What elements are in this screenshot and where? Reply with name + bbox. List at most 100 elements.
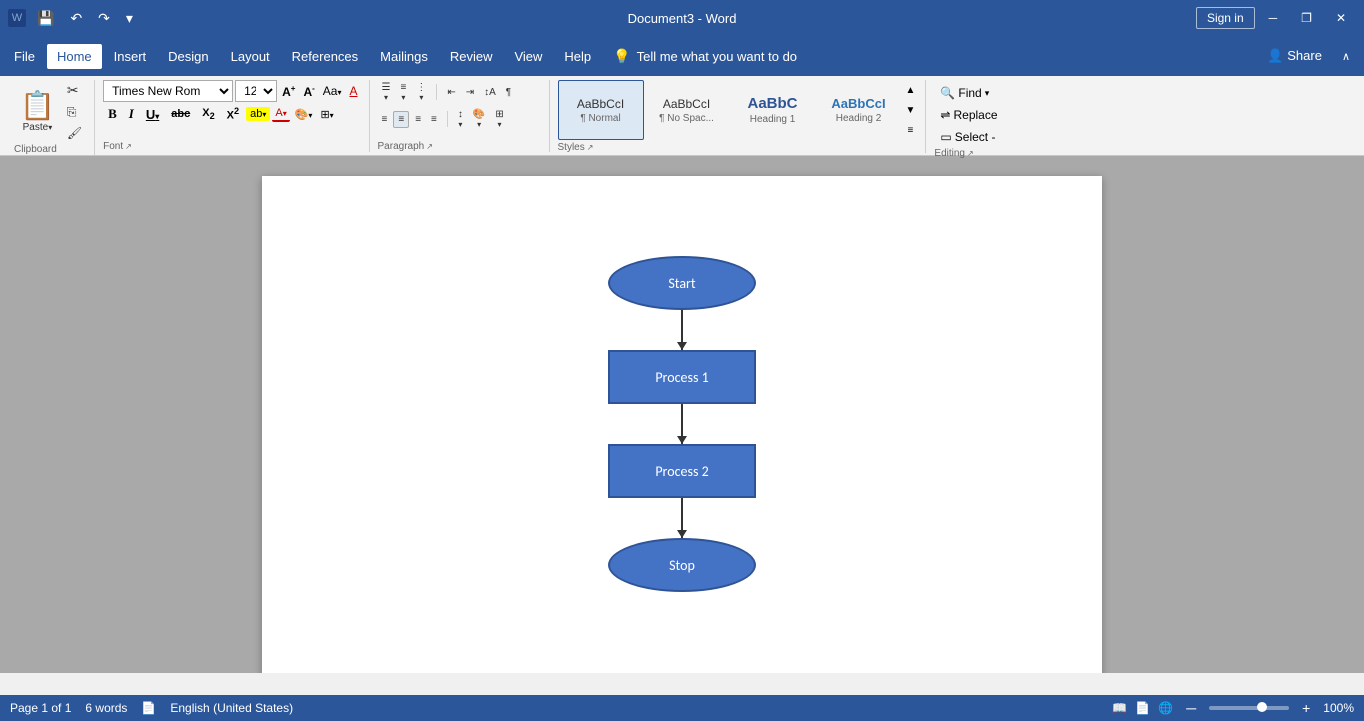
italic-button[interactable]: I (124, 105, 139, 123)
cut-button[interactable]: ✂ (63, 80, 86, 101)
ribbon-collapse-button[interactable]: ∧ (1332, 46, 1360, 67)
zoom-out-button[interactable]: ─ (1181, 698, 1201, 718)
subscript-button[interactable]: X2 (197, 106, 219, 122)
restore-button[interactable]: ❐ (1291, 7, 1322, 29)
save-button[interactable]: 💾 (32, 8, 59, 29)
style-nospace[interactable]: AaBbCcI ¶ No Spac... (644, 80, 730, 140)
styles-label: Styles ↗ (558, 140, 918, 153)
word-icon: W (8, 9, 26, 27)
strikethrough-button[interactable]: abc (166, 107, 195, 121)
print-layout-icon[interactable]: 📄 (1135, 701, 1150, 715)
para-row1: ☰▾ ≡▾ ⋮▾ ⇤ ⇥ ↕A ¶ (378, 80, 516, 104)
shading-para-button[interactable]: 🎨▾ (469, 107, 489, 131)
align-left-button[interactable]: ≡ (378, 112, 392, 127)
shape-process1[interactable]: Process 1 (608, 350, 756, 404)
paragraph-expand-icon[interactable]: ↗ (426, 142, 433, 151)
borders-para-button[interactable]: ⊞▾ (491, 107, 507, 131)
borders-button[interactable]: ⊞▾ (317, 107, 336, 122)
menu-mailings[interactable]: Mailings (370, 44, 438, 69)
menu-references[interactable]: References (282, 44, 368, 69)
zoom-in-button[interactable]: + (1297, 698, 1315, 718)
numbering-button[interactable]: ≡▾ (396, 80, 410, 104)
style-heading2[interactable]: AaBbCcI Heading 2 (816, 80, 902, 140)
find-button[interactable]: 🔍 Find ▾ (934, 84, 1003, 102)
menu-help[interactable]: Help (554, 44, 601, 69)
ribbon: 📋 Paste ▾ ✂ ⎘ 🖌 Clipboard Times New Rom (0, 76, 1364, 156)
increase-indent-button[interactable]: ⇥ (462, 85, 478, 100)
status-bar: Page 1 of 1 6 words 📄 English (United St… (0, 695, 1364, 721)
change-case-button[interactable]: Aa▾ (320, 83, 345, 99)
text-color-button[interactable]: A▾ (272, 106, 289, 122)
redo-button[interactable]: ↷ (93, 8, 115, 29)
select-button[interactable]: ▭ Select - (934, 128, 1003, 146)
document-title: Document3 - Word (628, 11, 737, 26)
menu-design[interactable]: Design (158, 44, 218, 69)
tell-me-bar[interactable]: 💡 Tell me what you want to do (613, 48, 797, 65)
clipboard-row: 📋 Paste ▾ ✂ ⎘ 🖌 (14, 80, 86, 142)
menu-home[interactable]: Home (47, 44, 102, 69)
editing-buttons: 🔍 Find ▾ ⇌ Replace ▭ Select - (934, 80, 1003, 146)
style-heading2-preview: AaBbCcI (831, 96, 885, 111)
styles-more[interactable]: ≡ (904, 125, 918, 136)
bullets-button[interactable]: ☰▾ (378, 80, 395, 104)
text-highlight-button[interactable]: ab▾ (246, 107, 270, 121)
shrink-font-button[interactable]: A- (300, 83, 317, 100)
shape-process2[interactable]: Process 2 (608, 444, 756, 498)
decrease-indent-button[interactable]: ⇤ (443, 85, 459, 100)
minimize-button[interactable]: ─ (1259, 7, 1288, 29)
show-marks-button[interactable]: ¶ (502, 85, 515, 100)
styles-scroll-controls: ▲ ▼ ≡ (904, 80, 918, 140)
style-normal[interactable]: AaBbCcI ¶ Normal (558, 80, 644, 140)
search-icon: 🔍 (940, 86, 955, 100)
superscript-button[interactable]: X2 (222, 105, 244, 123)
title-bar-right: Sign in ─ ❐ ✕ (1196, 7, 1356, 29)
menu-view[interactable]: View (504, 44, 552, 69)
menu-file[interactable]: File (4, 44, 45, 69)
styles-scroll-down[interactable]: ▼ (904, 105, 918, 116)
grow-font-button[interactable]: A+ (279, 83, 298, 100)
shape-start[interactable]: Start (608, 256, 756, 310)
align-center-button[interactable]: ≡ (393, 111, 409, 128)
font-expand-icon[interactable]: ↗ (125, 142, 132, 151)
connector-3 (681, 498, 683, 538)
replace-button[interactable]: ⇌ Replace (934, 106, 1003, 124)
undo-button[interactable]: ↶ (65, 8, 87, 29)
para-row2: ≡ ≡ ≡ ≡ ↕▾ 🎨▾ ⊞▾ (378, 107, 508, 131)
style-heading1[interactable]: AaBbC Heading 1 (730, 80, 816, 140)
justify-button[interactable]: ≡ (427, 112, 441, 127)
customize-qat-button[interactable]: ▾ (121, 8, 138, 29)
underline-button[interactable]: U▾ (141, 106, 164, 123)
font-family-select[interactable]: Times New Rom (103, 80, 233, 102)
web-layout-icon[interactable]: 🌐 (1158, 701, 1173, 715)
bold-button[interactable]: B (103, 105, 122, 123)
line-spacing-button[interactable]: ↕▾ (454, 107, 467, 131)
align-right-button[interactable]: ≡ (411, 112, 425, 127)
paragraph-label: Paragraph ↗ (378, 139, 541, 152)
font-label: Font ↗ (103, 139, 360, 152)
editing-group: 🔍 Find ▾ ⇌ Replace ▭ Select - Editing ↗ (926, 80, 1026, 159)
signin-button[interactable]: Sign in (1196, 7, 1255, 29)
clipboard-group: 📋 Paste ▾ ✂ ⎘ 🖌 Clipboard (6, 80, 95, 155)
close-button[interactable]: ✕ (1326, 7, 1356, 29)
style-heading1-preview: AaBbC (748, 95, 798, 112)
styles-expand-icon[interactable]: ↗ (587, 143, 594, 152)
styles-scroll-up[interactable]: ▲ (904, 85, 918, 96)
menu-review[interactable]: Review (440, 44, 503, 69)
shading-button[interactable]: 🎨▾ (292, 107, 316, 122)
copy-button[interactable]: ⎘ (63, 103, 86, 122)
sort-button[interactable]: ↕A (480, 85, 500, 100)
clear-format-button[interactable]: A (347, 83, 361, 99)
menu-layout[interactable]: Layout (221, 44, 280, 69)
paragraph-group: ☰▾ ≡▾ ⋮▾ ⇤ ⇥ ↕A ¶ ≡ ≡ ≡ ≡ ↕▾ 🎨▾ ⊞▾ Parag… (370, 80, 550, 152)
read-mode-icon[interactable]: 📖 (1112, 701, 1127, 715)
zoom-level: 100% (1323, 701, 1354, 715)
zoom-slider[interactable] (1209, 706, 1289, 710)
paste-button[interactable]: 📋 Paste ▾ (14, 87, 61, 135)
menu-insert[interactable]: Insert (104, 44, 157, 69)
multilevel-button[interactable]: ⋮▾ (412, 80, 430, 104)
format-painter-button[interactable]: 🖌 (63, 124, 86, 142)
shape-stop[interactable]: Stop (608, 538, 756, 592)
editing-expand-icon[interactable]: ↗ (967, 149, 974, 158)
font-size-select[interactable]: 12 (235, 80, 277, 102)
share-button[interactable]: 👤 Share (1267, 48, 1322, 64)
